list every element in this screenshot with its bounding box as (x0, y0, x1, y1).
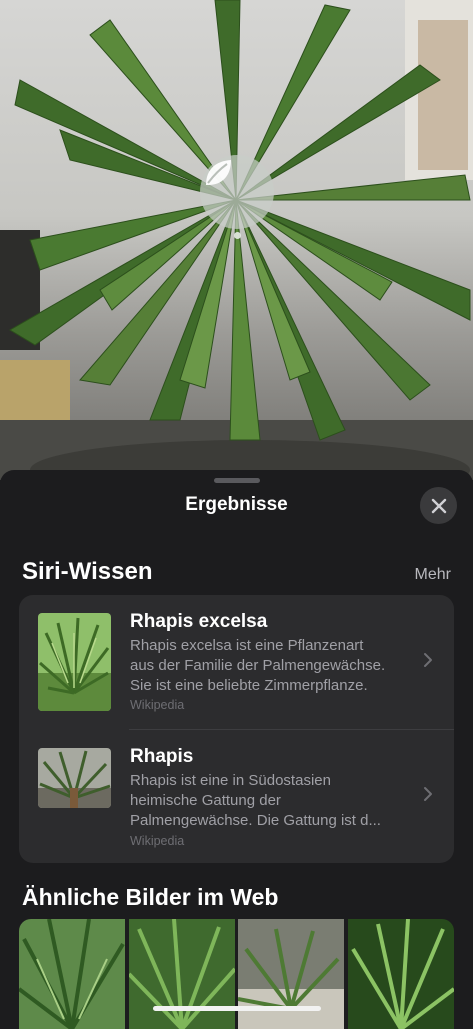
visual-lookup-button[interactable] (200, 155, 274, 229)
camera-photo (0, 0, 473, 480)
result-description: Rhapis excelsa ist eine Pflanzenart aus … (130, 637, 386, 694)
similar-image[interactable] (19, 919, 126, 1029)
result-row-rhapis[interactable]: Rhapis Rhapis ist eine in Südostasien he… (19, 730, 454, 863)
plant-photo-illustration (0, 0, 473, 480)
chevron-right-icon (424, 653, 432, 667)
close-button[interactable] (420, 487, 457, 524)
result-thumbnail (38, 613, 111, 711)
leaf-icon (206, 160, 231, 185)
close-icon (431, 498, 446, 513)
result-thumbnail (38, 748, 111, 808)
similar-images-title: Ähnliche Bilder im Web (22, 884, 279, 910)
siri-knowledge-title: Siri-Wissen (22, 558, 153, 585)
result-row-rhapis-excelsa[interactable]: Rhapis excelsa Rhapis excelsa ist eine P… (19, 595, 454, 729)
sheet-title: Ergebnisse (185, 494, 288, 515)
result-title: Rhapis excelsa (130, 611, 268, 632)
similar-images-strip (19, 919, 454, 1029)
result-description: Rhapis ist eine in Südostasien heimische… (130, 772, 381, 829)
result-source: Wikipedia (130, 834, 185, 848)
result-title: Rhapis (130, 746, 194, 767)
chevron-right-icon (424, 787, 432, 801)
lookup-anchor-dot (234, 232, 241, 239)
results-sheet: Ergebnisse Siri-Wissen Mehr Rhapis excel… (0, 470, 473, 1029)
siri-knowledge-card: Rhapis excelsa Rhapis excelsa ist eine P… (19, 595, 454, 863)
home-indicator[interactable] (153, 1006, 321, 1011)
similar-image[interactable] (347, 919, 454, 1029)
more-button[interactable]: Mehr (415, 566, 451, 584)
sheet-grabber[interactable] (214, 478, 260, 483)
similar-image[interactable] (238, 919, 345, 1029)
similar-image[interactable] (128, 919, 235, 1029)
result-source: Wikipedia (130, 698, 185, 712)
